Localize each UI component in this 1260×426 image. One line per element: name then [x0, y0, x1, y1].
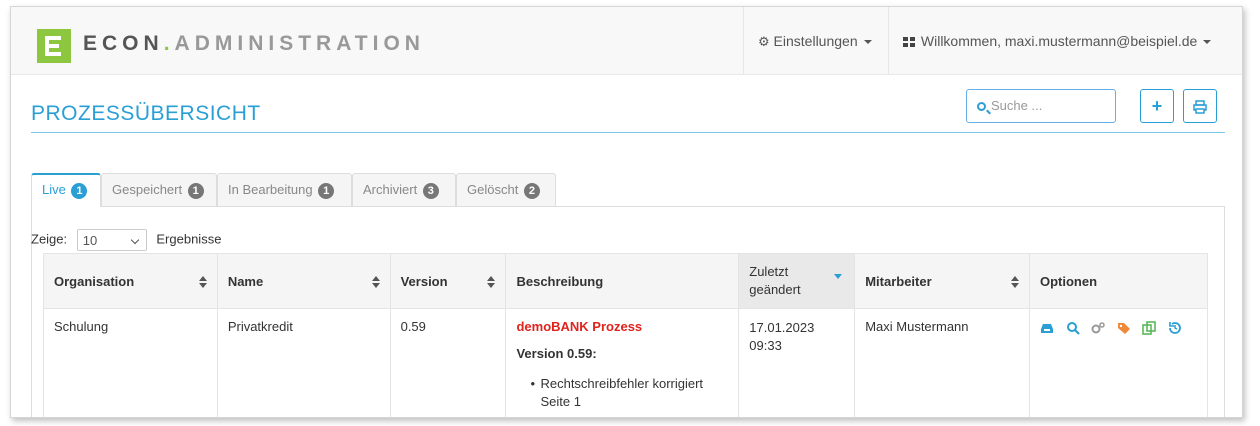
search-icon — [977, 102, 986, 111]
top-navbar: ECON.ADMINISTRATION ⚙ Einstellungen Will… — [11, 7, 1242, 75]
settings-label: Einstellungen — [773, 33, 858, 49]
table-header-row: Organisation Name Version Beschreibung Z… — [43, 253, 1209, 309]
sort-icon — [198, 276, 207, 288]
header-label: Name — [227, 273, 264, 289]
brand-dot: . — [163, 32, 175, 55]
user-dropdown[interactable]: Willkommen, maxi.mustermann@beispiel.de — [888, 7, 1242, 75]
header-label: Beschreibung — [516, 273, 604, 289]
page-length-select[interactable]: 10 — [76, 229, 147, 251]
table-row: Schulung Privatkredit 0.59 demoBANK Proz… — [43, 308, 1209, 417]
tab-label: In Bearbeitung — [228, 182, 313, 197]
header-label: Version — [400, 273, 448, 289]
title-divider — [31, 132, 1225, 133]
header-label: Organisation — [54, 273, 135, 289]
tab-label: Gespeichert — [112, 182, 183, 197]
cell-mitarbeiter: Maxi Mustermann — [854, 308, 1030, 417]
sort-icon — [1010, 276, 1019, 288]
print-icon — [1193, 100, 1207, 114]
tab-archiviert[interactable]: Archiviert 3 — [352, 173, 456, 206]
cell-beschreibung: demoBANK Prozess Version 0.59: Rechtschr… — [505, 308, 740, 417]
brand-title[interactable]: ECON.ADMINISTRATION — [83, 32, 425, 56]
logo-icon[interactable] — [37, 29, 71, 63]
list-item: Rechtschreibfehler korrigiert Seite 1 — [530, 375, 728, 411]
gears-icon[interactable] — [1091, 321, 1105, 335]
header-label: Mitarbeiter — [865, 273, 932, 289]
cell-zuletzt-geaendert: 17.01.2023 09:33 — [738, 308, 856, 417]
tab-live[interactable]: Live 1 — [31, 173, 101, 207]
search-input[interactable]: Suche ... — [966, 89, 1116, 123]
cell-name: Privatkredit — [216, 308, 391, 417]
count-badge: 3 — [422, 183, 439, 199]
page-length-value: 10 — [82, 233, 98, 248]
tab-label: Archiviert — [363, 182, 418, 197]
inbox-icon[interactable] — [1040, 321, 1054, 335]
tags-icon[interactable] — [1117, 321, 1131, 335]
description-title: demoBANK Prozess — [516, 319, 643, 334]
time-value: 09:33 — [749, 338, 782, 353]
chevron-down-icon — [130, 235, 140, 245]
plus-icon: + — [1151, 96, 1163, 116]
page-length-control: Zeige: 10 Ergebnisse — [31, 229, 221, 251]
col-header-name[interactable]: Name — [216, 253, 391, 309]
sort-icon — [371, 276, 380, 288]
tab-label: Gelöscht — [467, 182, 519, 197]
gear-icon: ⚙ — [758, 34, 770, 49]
col-header-optionen: Optionen — [1028, 253, 1209, 309]
row-options — [1040, 319, 1197, 335]
copy-icon[interactable] — [1142, 320, 1157, 335]
length-prefix: Zeige: — [31, 231, 68, 247]
brand-part-administration: ADMINISTRATION — [174, 32, 425, 55]
col-header-version[interactable]: Version — [389, 253, 507, 309]
tab-geloescht[interactable]: Gelöscht 2 — [456, 173, 556, 206]
settings-dropdown[interactable]: ⚙ Einstellungen — [743, 7, 888, 75]
process-table: Organisation Name Version Beschreibung Z… — [43, 253, 1209, 417]
header-label: Optionen — [1039, 273, 1098, 289]
description-list: Rechtschreibfehler korrigiert Seite 1 — [530, 375, 728, 411]
cell-organisation: Schulung — [43, 308, 218, 417]
page-title: PROZESSÜBERSICHT — [31, 102, 261, 125]
col-header-zuletzt-geaendert[interactable]: Zuletzt geändert — [738, 253, 856, 309]
tab-in-bearbeitung[interactable]: In Bearbeitung 1 — [217, 173, 352, 206]
search-placeholder: Suche ... — [991, 98, 1043, 113]
col-header-organisation[interactable]: Organisation — [43, 253, 218, 309]
count-badge: 1 — [318, 183, 335, 199]
length-suffix: Ergebnisse — [156, 231, 222, 247]
print-button[interactable] — [1183, 89, 1217, 123]
caret-down-icon — [863, 40, 872, 45]
history-icon[interactable] — [1168, 321, 1182, 335]
header-label: Zuletzt geändert — [749, 264, 801, 297]
cell-version: 0.59 — [389, 308, 507, 417]
date-value: 17.01.2023 — [749, 320, 815, 335]
tab-gespeichert[interactable]: Gespeichert 1 — [101, 173, 217, 206]
app-window: ECON.ADMINISTRATION ⚙ Einstellungen Will… — [10, 6, 1243, 418]
count-badge: 2 — [523, 183, 540, 199]
tab-label: Live — [42, 182, 66, 197]
col-header-mitarbeiter[interactable]: Mitarbeiter — [854, 253, 1030, 309]
description-version: Version 0.59: — [516, 346, 597, 361]
col-header-beschreibung: Beschreibung — [505, 253, 740, 309]
caret-down-icon — [1203, 40, 1212, 45]
brand-part-econ: ECON — [83, 32, 164, 55]
count-badge: 1 — [71, 183, 88, 199]
sort-desc-icon — [834, 274, 843, 279]
add-button[interactable]: + — [1140, 89, 1174, 123]
user-label: Willkommen, maxi.mustermann@beispiel.de — [920, 33, 1198, 49]
cell-optionen — [1028, 308, 1209, 417]
count-badge: 1 — [187, 183, 204, 199]
search-icon[interactable] — [1066, 321, 1080, 335]
sort-icon — [487, 276, 496, 288]
grid-icon — [903, 37, 915, 47]
